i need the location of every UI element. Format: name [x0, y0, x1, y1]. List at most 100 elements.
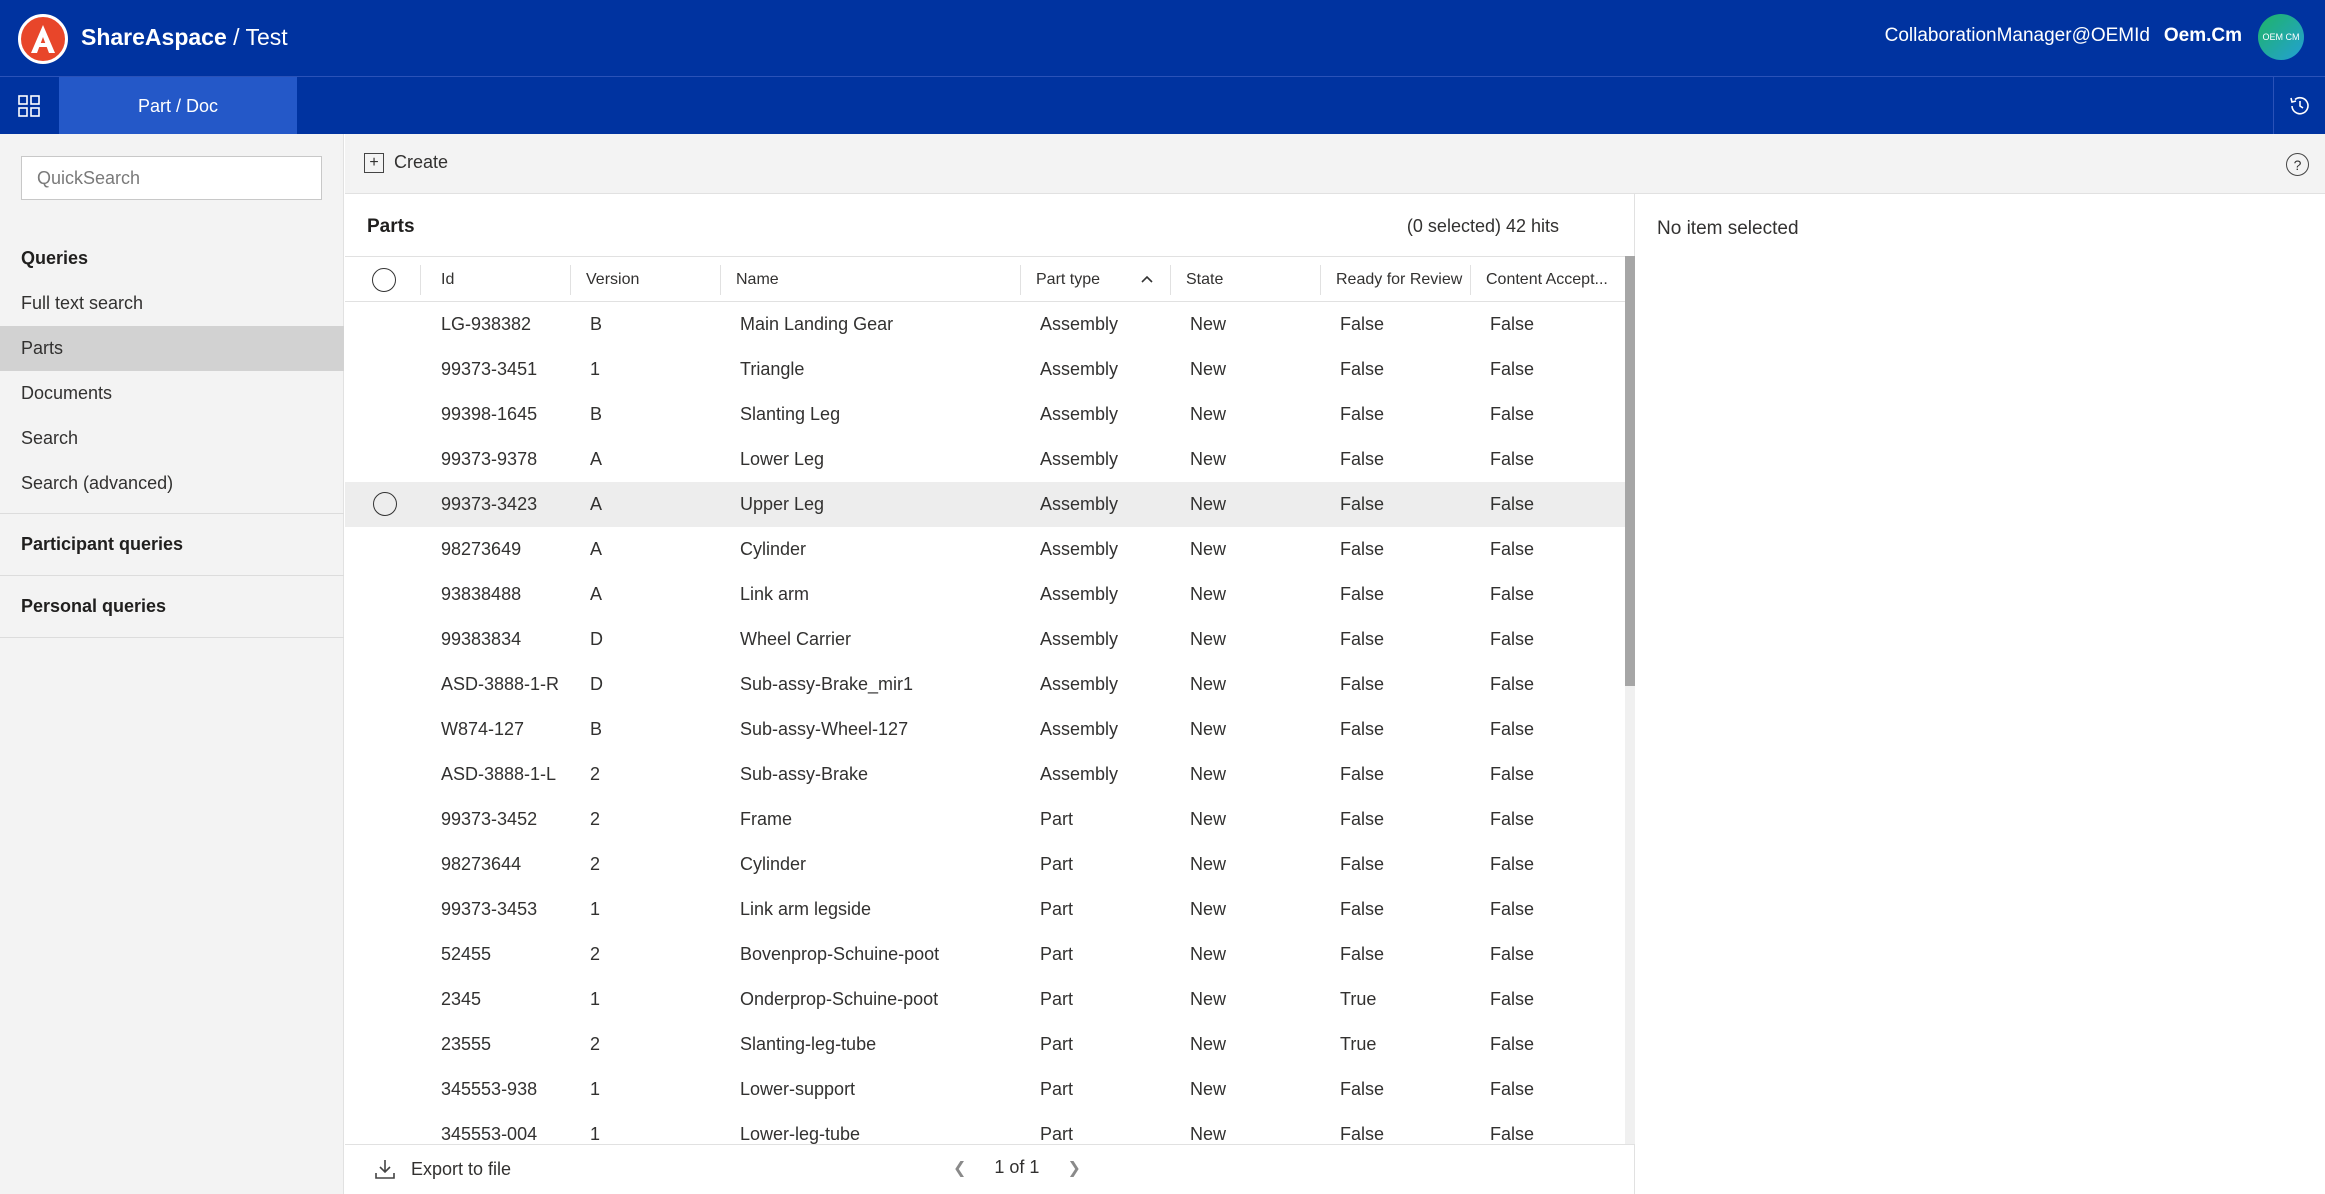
sidebar-item-search[interactable]: Search: [0, 416, 344, 461]
history-icon: [2289, 96, 2309, 115]
avatar[interactable]: OEM CM: [2258, 14, 2304, 60]
cell-ready-for-review: False: [1340, 809, 1385, 829]
divider: [0, 513, 344, 514]
table-row[interactable]: 93838488 A Link arm Assembly New False False: [345, 572, 1625, 617]
cell-version: B: [590, 404, 603, 424]
cell-state: New: [1190, 809, 1227, 829]
sort-ascending-icon: [1141, 275, 1153, 283]
sidebar-item-documents[interactable]: Documents: [0, 371, 344, 416]
table-row[interactable]: LG-938382 B Main Landing Gear Assembly New Fa…: [345, 302, 1625, 347]
page-indicator: 1 of 1: [994, 1157, 1040, 1177]
cell-content-accepted: False: [1490, 539, 1535, 559]
cell-state: New: [1190, 854, 1227, 874]
cell-content-accepted: False: [1490, 629, 1535, 649]
sidebar-item-search-advanced[interactable]: Search (advanced): [0, 461, 344, 506]
cell-content-accepted: False: [1490, 764, 1535, 784]
cell-id: LG-938382: [441, 314, 532, 334]
cell-id: 98273644: [441, 854, 522, 874]
app-title: ShareAspace / Test: [81, 24, 288, 50]
column-header-content-accepted[interactable]: Content Accept...: [1470, 257, 1625, 302]
queries-heading[interactable]: Queries: [21, 248, 88, 269]
cell-ready-for-review: False: [1340, 764, 1385, 784]
sidebar-item-parts[interactable]: Parts: [0, 326, 344, 371]
vertical-scrollbar[interactable]: [1625, 256, 1635, 1144]
panel-title: Parts: [367, 216, 415, 237]
participant-queries-heading[interactable]: Participant queries: [21, 534, 183, 555]
table-row[interactable]: 345553-938 1 Lower-support Part New False Fals…: [345, 1067, 1625, 1112]
chevron-left-icon[interactable]: ❮: [953, 1158, 966, 1178]
cell-state: New: [1190, 584, 1227, 604]
cell-part-type: Assembly: [1040, 404, 1119, 424]
table-row[interactable]: 99373-3453 1 Link arm legside Part New False F…: [345, 887, 1625, 932]
cell-ready-for-review: False: [1340, 404, 1385, 424]
history-button[interactable]: [2273, 77, 2325, 135]
chevron-right-icon[interactable]: ❯: [1067, 1158, 1080, 1178]
table-row[interactable]: W874-127 B Sub-assy-Wheel-127 Assembly New Fa…: [345, 707, 1625, 752]
table-row[interactable]: 99373-3452 2 Frame Part New False False: [345, 797, 1625, 842]
table-header: Id Version Name Part type State Ready fo…: [345, 256, 1625, 302]
cell-name: Onderprop-Schuine-poot: [740, 989, 939, 1009]
cell-state: New: [1190, 404, 1227, 424]
create-button[interactable]: + Create: [364, 152, 448, 173]
cell-version: 2: [590, 1034, 601, 1054]
column-header-version[interactable]: Version: [570, 257, 720, 302]
cell-content-accepted: False: [1490, 584, 1535, 604]
cell-id: 52455: [441, 944, 492, 964]
sidebar-item-full-text-search[interactable]: Full text search: [0, 281, 344, 326]
cell-name: Sub-assy-Brake: [740, 764, 869, 784]
column-header-ready-for-review[interactable]: Ready for Review: [1320, 257, 1470, 302]
column-header-state[interactable]: State: [1170, 257, 1320, 302]
cell-content-accepted: False: [1490, 359, 1535, 379]
table-row[interactable]: ASD-3888-1-R D Sub-assy-Brake_mir1 Assembly…: [345, 662, 1625, 707]
cell-content-accepted: False: [1490, 1124, 1535, 1144]
cell-ready-for-review: False: [1340, 944, 1385, 964]
table-row[interactable]: 99373-9378 A Lower Leg Assembly New False Fals…: [345, 437, 1625, 482]
table-row[interactable]: 99373-3423 A Upper Leg Assembly New False Fals…: [345, 482, 1625, 527]
table-row[interactable]: 23555 2 Slanting-leg-tube Part New True False: [345, 1022, 1625, 1067]
cell-ready-for-review: False: [1340, 494, 1385, 514]
tab-part-doc[interactable]: Part / Doc: [59, 77, 297, 135]
table-row[interactable]: 98273649 A Cylinder Assembly New False False: [345, 527, 1625, 572]
cell-id: 2345: [441, 989, 482, 1009]
table-row[interactable]: ASD-3888-1-L 2 Sub-assy-Brake Assembly New Fa…: [345, 752, 1625, 797]
nav-bar: Part / Doc: [0, 76, 2325, 135]
cell-version: 2: [590, 809, 601, 829]
cell-state: New: [1190, 539, 1227, 559]
table-row[interactable]: 98273644 2 Cylinder Part New False False: [345, 842, 1625, 887]
help-icon[interactable]: ?: [2286, 153, 2309, 176]
cell-version: 1: [590, 1124, 601, 1144]
cell-ready-for-review: False: [1340, 629, 1385, 649]
quicksearch-input[interactable]: [21, 156, 322, 200]
table-row[interactable]: 52455 2 Bovenprop-Schuine-poot Part New False…: [345, 932, 1625, 977]
column-header-part-type[interactable]: Part type: [1020, 257, 1170, 302]
table-row[interactable]: 99398-1645 B Slanting Leg Assembly New False F…: [345, 392, 1625, 437]
cell-version: 2: [590, 854, 601, 874]
user-name[interactable]: Oem.Cm: [2164, 25, 2242, 47]
column-header-id[interactable]: Id: [345, 257, 495, 302]
cell-state: New: [1190, 359, 1227, 379]
scrollbar-thumb[interactable]: [1625, 256, 1635, 686]
cell-version: 2: [590, 764, 601, 784]
cell-part-type: Part: [1040, 1124, 1074, 1144]
cell-ready-for-review: False: [1340, 539, 1385, 559]
table-row[interactable]: 99383834 D Wheel Carrier Assembly New False Fa…: [345, 617, 1625, 662]
parts-table-body: LG-938382 B Main Landing Gear Assembly New Fa…: [345, 302, 1625, 1144]
personal-queries-heading[interactable]: Personal queries: [21, 596, 166, 617]
cell-content-accepted: False: [1490, 944, 1535, 964]
cell-part-type: Part: [1040, 854, 1074, 874]
export-to-file-button[interactable]: Export to file: [373, 1157, 511, 1181]
table-row[interactable]: 2345 1 Onderprop-Schuine-poot Part New True Fa…: [345, 977, 1625, 1022]
cell-ready-for-review: False: [1340, 899, 1385, 919]
column-header-part-type-label: Part type: [1036, 270, 1101, 288]
cell-state: New: [1190, 764, 1227, 784]
cell-content-accepted: False: [1490, 809, 1535, 829]
column-header-name[interactable]: Name: [720, 257, 1020, 302]
app-launcher-button[interactable]: [0, 77, 57, 135]
table-row[interactable]: 99373-3451 1 Triangle Assembly New False False: [345, 347, 1625, 392]
table-footer: Export to file ❮ 1 of 1 ❯: [345, 1144, 1635, 1194]
table-row[interactable]: 345553-004 1 Lower-leg-tube Part New False Fal…: [345, 1112, 1625, 1144]
row-select-radio[interactable]: [373, 492, 397, 516]
shareaspace-logo-icon[interactable]: [18, 14, 68, 64]
cell-part-type: Assembly: [1040, 719, 1119, 739]
detail-panel: No item selected: [1636, 194, 2325, 1194]
